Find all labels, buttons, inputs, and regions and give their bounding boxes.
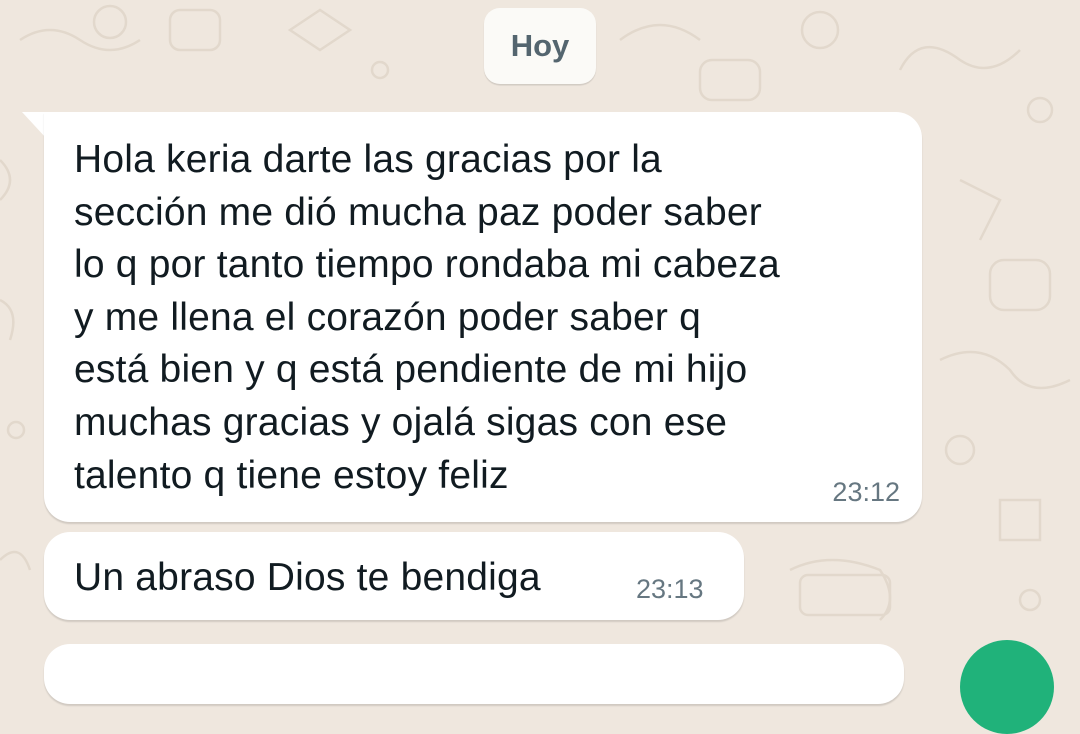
message-bubble[interactable]: Hola keria darte las gracias por la secc…: [44, 112, 922, 522]
message-timestamp: 23:12: [832, 477, 900, 507]
message-bubble[interactable]: Un abraso Dios te bendiga 23:13: [44, 532, 744, 620]
date-chip-label: Hoy: [510, 28, 570, 63]
message-line: Hola keria darte las gracias por la: [74, 138, 662, 181]
date-chip: Hoy: [484, 8, 596, 84]
message-line: y me llena el corazón poder saber q: [74, 295, 702, 339]
scroll-down-button[interactable]: [960, 640, 1054, 734]
bubble-tail: [22, 112, 46, 138]
message-text: Un abraso Dios te bendiga: [74, 552, 634, 605]
message-line: lo q por tanto tiempo rondaba mi cabeza: [74, 243, 780, 287]
message-text: Hola keria darte las gracias por la secc…: [74, 134, 904, 502]
message-line: Un abraso Dios te bendiga: [74, 556, 541, 599]
message-line: talento q tiene estoy feliz: [74, 453, 509, 497]
message-line: sección me dió mucha paz poder saber: [74, 190, 762, 234]
message-line: está bien y q está pendiente de mi hijo: [74, 348, 748, 392]
message-line: muchas gracias y ojalá sigas con ese: [74, 400, 728, 444]
message-timestamp: 23:13: [636, 574, 704, 604]
message-bubble-partial[interactable]: [44, 644, 904, 704]
